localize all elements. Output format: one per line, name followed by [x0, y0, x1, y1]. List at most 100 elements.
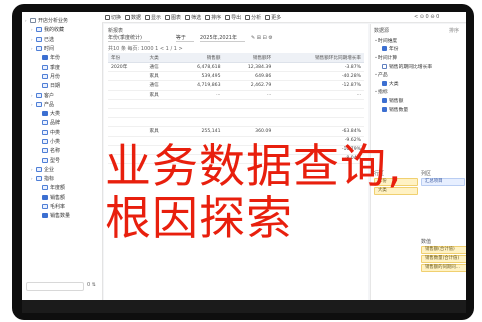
- column-header[interactable]: 销售额环比同期增长率: [274, 53, 364, 63]
- tree-item-label: 销售数量: [50, 213, 71, 220]
- table-cell: -63.84%: [274, 126, 364, 137]
- checkbox-icon[interactable]: [382, 80, 387, 86]
- table-row[interactable]: [108, 117, 364, 128]
- tree-item[interactable]: 月份: [25, 72, 101, 81]
- datasource-item[interactable]: ⌄ 时间维度: [374, 36, 464, 45]
- tree-item-label: 客户: [44, 92, 55, 99]
- datasource-item[interactable]: ⌄ 指标: [374, 88, 464, 97]
- datasource-item[interactable]: 销售的期同比增长率: [374, 62, 464, 71]
- toolbar-button[interactable]: 更多: [265, 14, 281, 21]
- table-row[interactable]: 通信 4,719,863 2,462.79 -12.87%: [108, 80, 364, 91]
- datasource-item-label: 指标: [378, 90, 388, 96]
- tree-item[interactable]: 大类: [25, 109, 101, 118]
- checkbox-icon[interactable]: [382, 46, 387, 52]
- tree-item[interactable]: 小类: [25, 137, 101, 146]
- headline-overlay: 业务数据查询, 根因探索: [105, 140, 403, 244]
- toolbar-button[interactable]: 筛选: [185, 14, 201, 21]
- datasource-item[interactable]: ⌄ 时间计算: [374, 53, 464, 62]
- field-icon: [42, 139, 48, 144]
- tree-item[interactable]: 年度额: [25, 183, 101, 192]
- tree-item[interactable]: › 产品: [25, 100, 101, 109]
- tree-item-label: 大类: [50, 111, 61, 118]
- tree-item[interactable]: › 已选: [25, 35, 101, 44]
- checkbox-icon[interactable]: [382, 106, 387, 112]
- toolbar-right-controls[interactable]: < ⊙ 0 ⊖ 0: [414, 14, 460, 20]
- tree-item[interactable]: 日期: [25, 81, 101, 90]
- tree-item[interactable]: 年份: [25, 53, 101, 62]
- toolbar-button[interactable]: 图表: [165, 14, 181, 21]
- table-row[interactable]: 家具.........: [108, 90, 364, 100]
- checkbox-icon[interactable]: [42, 213, 48, 219]
- toolbar-button[interactable]: 切换: [105, 14, 121, 21]
- field-pill[interactable]: 销售数量(合计值): [421, 255, 466, 263]
- tree-item[interactable]: › 客户: [25, 90, 101, 99]
- table-cell: [274, 99, 364, 109]
- checkbox-icon[interactable]: [42, 194, 48, 200]
- toolbar-button[interactable]: 排序: [205, 14, 221, 21]
- pager[interactable]: 共10 条 每页: 1000 1 < 1 / 1 >: [108, 45, 183, 52]
- tree-search-input[interactable]: [26, 282, 84, 291]
- datasource-item-label: 销售数量: [389, 107, 409, 113]
- filter-value-select[interactable]: 2025年,2021年: [199, 34, 245, 42]
- toolbar-icon: [145, 14, 151, 20]
- tree-item[interactable]: 季度: [25, 62, 101, 71]
- table-row[interactable]: [108, 108, 364, 119]
- column-header[interactable]: 销售额环: [223, 53, 275, 63]
- table-cell: 4,719,863: [172, 80, 224, 91]
- field-pill[interactable]: 汇总项目: [421, 178, 465, 186]
- column-header[interactable]: 大类: [146, 53, 173, 63]
- tree-item-label: 月份: [50, 73, 61, 80]
- toolbar-button[interactable]: 分析: [245, 14, 261, 21]
- tree-item[interactable]: 型号: [25, 155, 101, 164]
- table-cell: [274, 108, 364, 119]
- table-cell: 12,384.39: [223, 62, 275, 73]
- table-row[interactable]: 2020年 通信 6,478,618 12,384.39 -3.87%: [108, 62, 364, 73]
- tree-item[interactable]: 销售额: [25, 193, 101, 202]
- field-icon: [30, 18, 36, 24]
- toolbar-icon: [105, 14, 110, 20]
- table-row[interactable]: [108, 99, 364, 109]
- tree-item[interactable]: › 开店分析业务: [25, 16, 101, 25]
- tree-item[interactable]: › 指标: [25, 174, 101, 183]
- tree-item[interactable]: › 时间: [25, 44, 101, 53]
- toolbar-button[interactable]: 导出: [225, 14, 241, 21]
- tree-item[interactable]: 名称: [25, 146, 101, 155]
- column-header[interactable]: 销售额: [172, 53, 224, 63]
- toolbar-button-label: 数据: [131, 14, 142, 21]
- checkbox-icon[interactable]: [382, 97, 387, 103]
- column-header[interactable]: 年份: [108, 53, 147, 63]
- datasource-item[interactable]: 大类: [374, 79, 464, 88]
- tree-item[interactable]: 中类: [25, 128, 101, 137]
- table-cell: ...: [172, 90, 224, 100]
- tree-item-label: 季度: [50, 64, 61, 71]
- field-pill[interactable]: 销售额(合计值): [421, 246, 466, 254]
- table-row[interactable]: 家具 539,495 649.86 -40.28%: [108, 71, 364, 82]
- datasource-item[interactable]: 销售数量: [374, 105, 464, 114]
- toolbar-button[interactable]: 显示: [145, 14, 161, 21]
- tree-item[interactable]: 毛利率: [25, 202, 101, 211]
- datasource-item[interactable]: ⌄ 产品: [374, 70, 464, 79]
- datasource-sort[interactable]: 排序: [449, 27, 459, 34]
- table-cell: 649.86: [223, 71, 275, 82]
- tree-item-label: 时间: [44, 46, 55, 53]
- checkbox-icon[interactable]: [382, 63, 387, 69]
- tree-item-label: 型号: [50, 157, 61, 164]
- datasource-item[interactable]: 销售额: [374, 96, 464, 105]
- table-row[interactable]: 家具 255,141 360.09 -63.84%: [108, 126, 364, 137]
- tree-item-label: 年度额: [50, 185, 66, 192]
- tree-item[interactable]: › 企业: [25, 165, 101, 174]
- field-pill[interactable]: 销售额的同期同...: [421, 264, 466, 272]
- filter-action-icons[interactable]: ✎ ⊞ ⊟ ⚙: [251, 35, 273, 41]
- datasource-item-label: 产品: [378, 73, 388, 79]
- tree-item[interactable]: 品牌: [25, 118, 101, 127]
- filter-field-select[interactable]: 年份(季度统计): [108, 34, 150, 42]
- filter-operator-select[interactable]: 等于: [175, 34, 194, 42]
- checkbox-icon[interactable]: [42, 55, 48, 61]
- tree-item[interactable]: › 我的收藏: [25, 25, 101, 34]
- table-cell: [172, 108, 224, 119]
- toolbar-button[interactable]: 数据: [125, 14, 141, 21]
- datasource-item[interactable]: 年份: [374, 45, 464, 54]
- field-icon: [42, 120, 48, 126]
- tree-item[interactable]: 销售数量: [25, 211, 101, 220]
- checkbox-icon[interactable]: [42, 111, 48, 117]
